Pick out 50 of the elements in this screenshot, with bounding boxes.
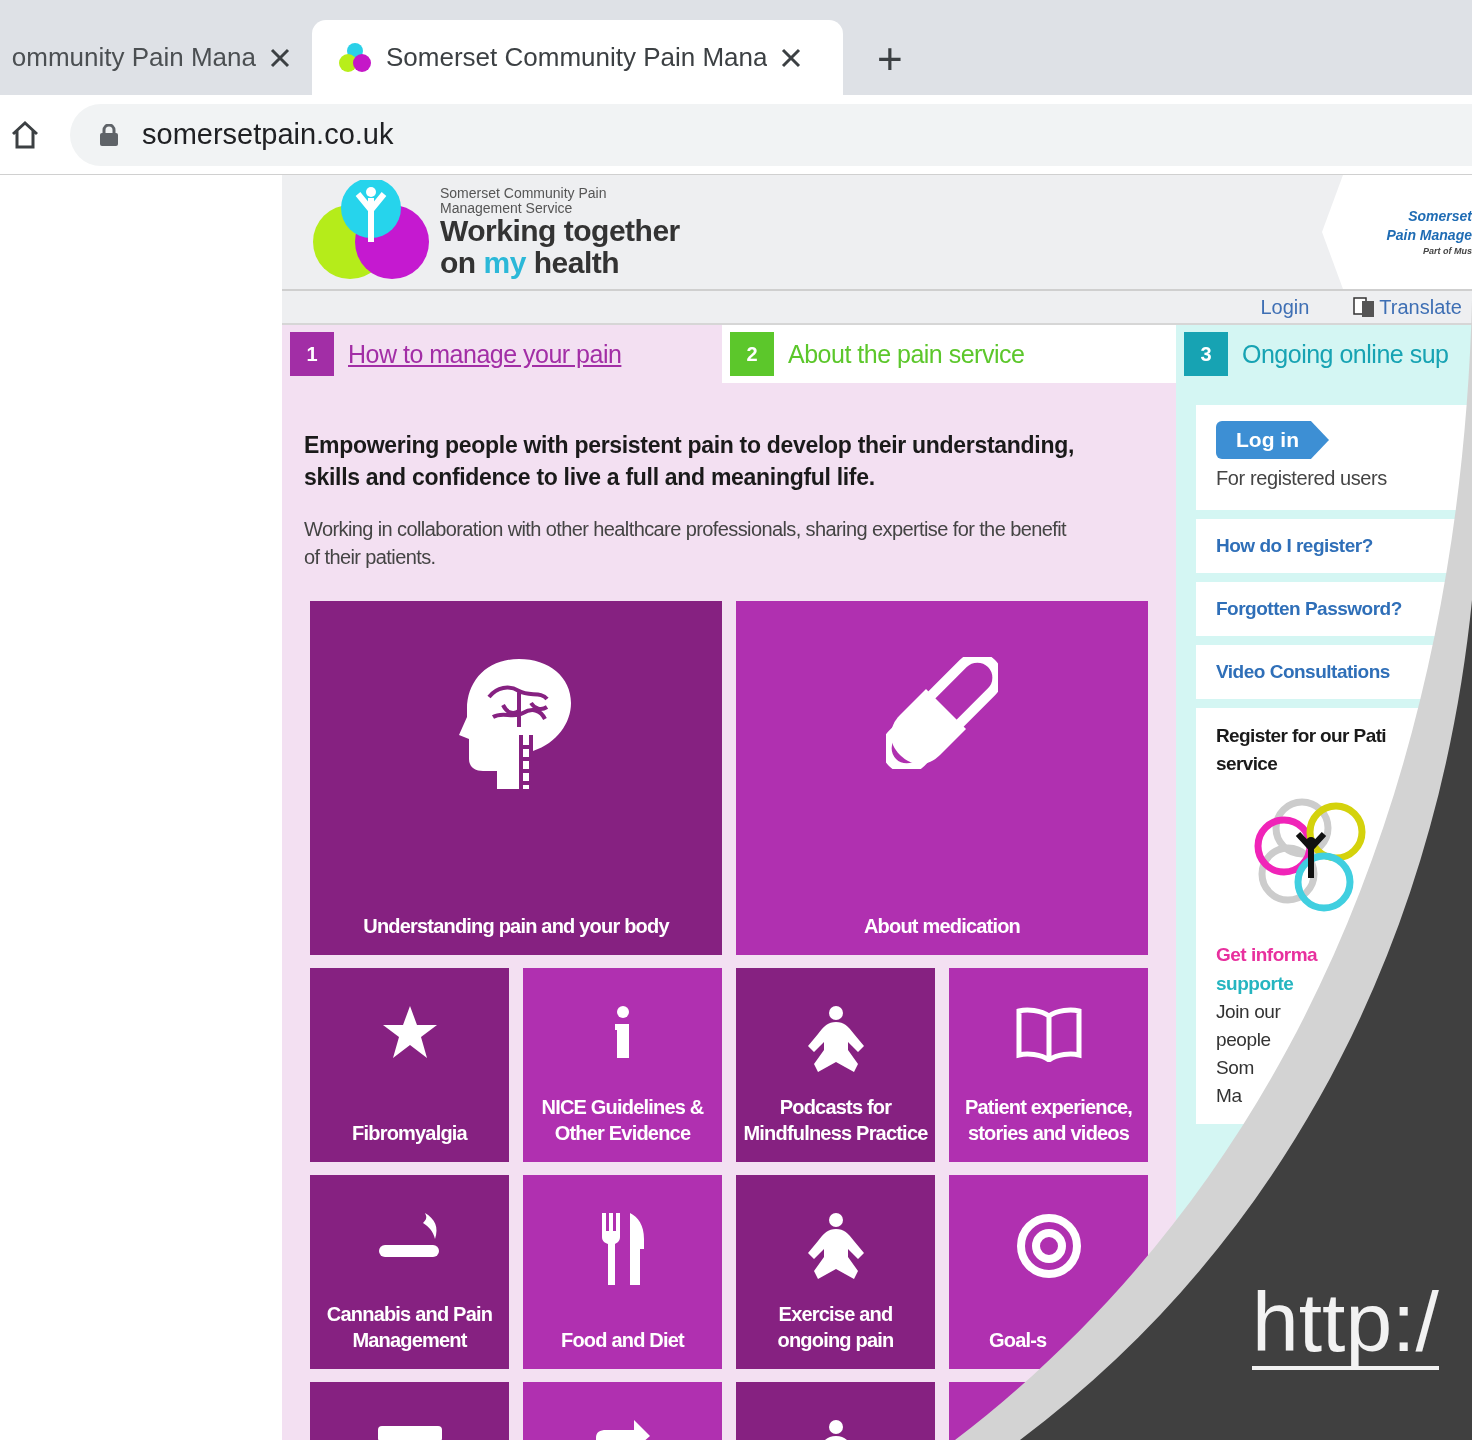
close-icon[interactable] bbox=[270, 47, 290, 68]
register-heading: service bbox=[1216, 752, 1278, 776]
translate-icon bbox=[1353, 296, 1376, 318]
register-heading: Register for our Pati bbox=[1216, 724, 1387, 748]
open-book-icon bbox=[1014, 1006, 1083, 1062]
logo-tagline: on my health bbox=[440, 246, 620, 279]
sidebar-link[interactable]: How do I register? bbox=[1216, 533, 1373, 559]
topic-tile[interactable]: Understanding pain and your body bbox=[310, 601, 722, 955]
home-icon[interactable] bbox=[10, 119, 40, 150]
new-tab-button[interactable]: + bbox=[877, 37, 903, 81]
section-tab[interactable]: 1 How to manage your pain bbox=[282, 325, 722, 383]
url-text: http:/ bbox=[1252, 1278, 1439, 1371]
address-field[interactable]: somersetpain.co.uk bbox=[70, 103, 1472, 166]
topic-tile[interactable]: Fibromyalgia bbox=[310, 968, 509, 1162]
sidebar-link[interactable]: Forgotten Password? bbox=[1216, 596, 1402, 622]
fork-knife-icon bbox=[601, 1213, 644, 1285]
intro-text: Working in collaboration with other healthcare professionals, sharing expertise for the benefit of their patients. bbox=[304, 517, 1068, 570]
topic-tile[interactable]: Cannabis and Pain Management bbox=[310, 1175, 509, 1369]
topic-tile[interactable]: Exercise and ongoing pain bbox=[736, 1175, 935, 1369]
register-lead: Get informa bbox=[1216, 943, 1318, 967]
star-icon bbox=[382, 1006, 437, 1058]
login-note: For registered users bbox=[1216, 467, 1388, 490]
topic-tile[interactable]: About medication bbox=[736, 601, 1148, 955]
topic-tile[interactable]: Patient experience, stories and videos bbox=[949, 968, 1148, 1162]
head-brain-icon bbox=[459, 657, 573, 791]
translate-link[interactable]: Translate bbox=[1353, 295, 1462, 319]
register-lead: supporte bbox=[1216, 972, 1294, 996]
target-icon bbox=[1015, 1213, 1082, 1279]
topic-tile[interactable]: Food and Diet bbox=[523, 1175, 722, 1369]
browser-tab[interactable]: Somerset Community Pain Mana bbox=[312, 20, 843, 95]
login-link[interactable]: Login bbox=[1260, 295, 1310, 319]
register-text: people bbox=[1216, 1028, 1271, 1052]
close-icon[interactable] bbox=[781, 47, 802, 68]
topic-tile[interactable]: Podcasts for Mindfulness Practice bbox=[736, 968, 935, 1162]
browser-tab[interactable]: ommunity Pain Mana bbox=[0, 20, 310, 95]
partner-logo: Somerset Pain Manage Part of Mus bbox=[1322, 175, 1472, 289]
intro-heading: Empowering people with persistent pain to develop their understanding, skills and confidence to live a full and meaningful life. bbox=[304, 431, 1076, 492]
topic-tile[interactable]: NICE Guidelines & Other Evidence bbox=[523, 968, 722, 1162]
logo-tagline: Working together bbox=[440, 215, 680, 247]
cigarette-icon bbox=[378, 1213, 441, 1259]
register-text: Join our bbox=[1216, 1000, 1281, 1024]
register-text: Som bbox=[1216, 1056, 1254, 1080]
site-logo-icon bbox=[338, 42, 372, 73]
lock-icon bbox=[100, 123, 118, 146]
capsule-icon bbox=[886, 657, 998, 769]
login-button[interactable]: Log in bbox=[1216, 421, 1329, 459]
register-text: Ma bbox=[1216, 1084, 1242, 1108]
sidebar-link[interactable]: Video Consultations bbox=[1216, 659, 1390, 685]
service-name: Somerset Community Pain Management Service bbox=[440, 185, 608, 216]
section-tab[interactable]: 3 Ongoing online sup bbox=[1176, 325, 1472, 383]
